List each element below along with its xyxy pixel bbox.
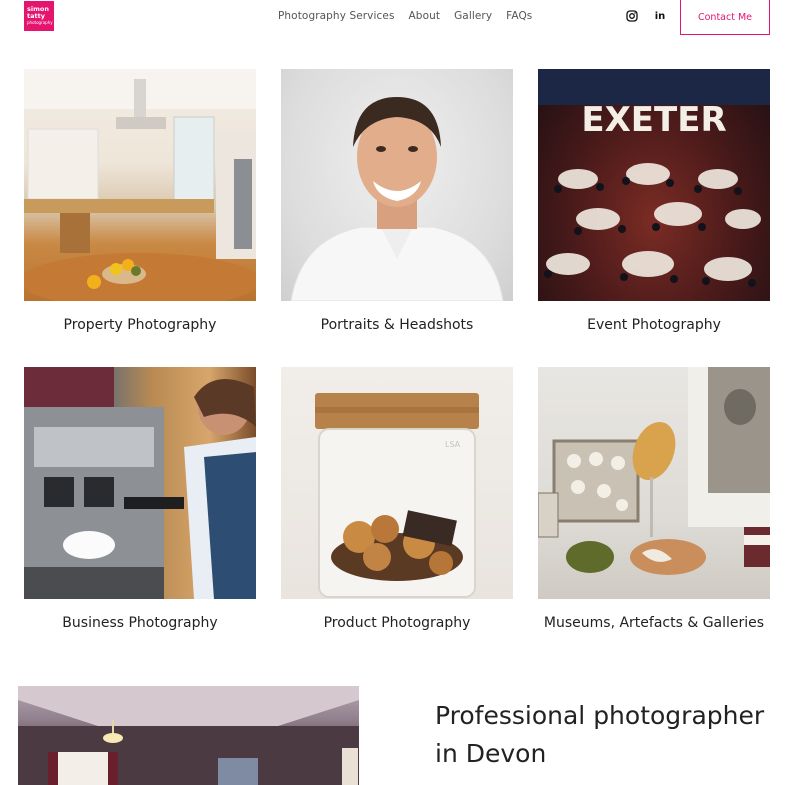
nav-item-gallery[interactable]: Gallery [454, 10, 492, 22]
service-tile-property[interactable]: Property Photography [24, 69, 256, 333]
site-logo[interactable]: simon tatty photography [24, 1, 54, 31]
nav-item-about[interactable]: About [409, 10, 441, 22]
site-header: simon tatty photography Photography Serv… [0, 0, 792, 36]
nav-item-photography-services[interactable]: Photography Services [278, 10, 395, 22]
service-caption[interactable]: Product Photography [281, 615, 513, 631]
interior-photo [18, 686, 359, 785]
event-photo: EXETER [538, 69, 770, 301]
business-photo [24, 367, 256, 599]
service-tile-event[interactable]: EXETER Event Photography [538, 69, 770, 333]
portrait-photo [281, 69, 513, 301]
nav-item-faqs[interactable]: FAQs [506, 10, 532, 22]
intro-heading: Professional photographer in Devon [435, 697, 775, 773]
service-tile-museums[interactable]: Museums, Artefacts & Galleries [538, 367, 770, 631]
intro-heading-line-1: Professional photographer [435, 701, 765, 730]
contact-me-button[interactable]: Contact Me [680, 0, 770, 35]
jar-label: LSA [445, 440, 461, 449]
main-nav: Photography Services About Gallery FAQs [278, 10, 532, 22]
service-tile-business[interactable]: Business Photography [24, 367, 256, 631]
intro-heading-line-2: in Devon [435, 739, 547, 768]
service-caption[interactable]: Portraits & Headshots [281, 317, 513, 333]
exeter-sign: EXETER [581, 100, 726, 140]
logo-line-2: tatty [27, 11, 45, 20]
service-caption[interactable]: Museums, Artefacts & Galleries [538, 615, 770, 631]
service-caption[interactable]: Event Photography [538, 317, 770, 333]
service-caption[interactable]: Business Photography [24, 615, 256, 631]
service-tile-product[interactable]: LSA Product Photography [281, 367, 513, 631]
service-tile-portraits[interactable]: Portraits & Headshots [281, 69, 513, 333]
museum-photo [538, 367, 770, 599]
property-photo [24, 69, 256, 301]
service-caption[interactable]: Property Photography [24, 317, 256, 333]
logo-line-3: photography [27, 20, 53, 25]
linkedin-icon[interactable]: in [653, 9, 667, 23]
product-photo: LSA [281, 367, 513, 599]
instagram-icon[interactable] [625, 9, 639, 23]
